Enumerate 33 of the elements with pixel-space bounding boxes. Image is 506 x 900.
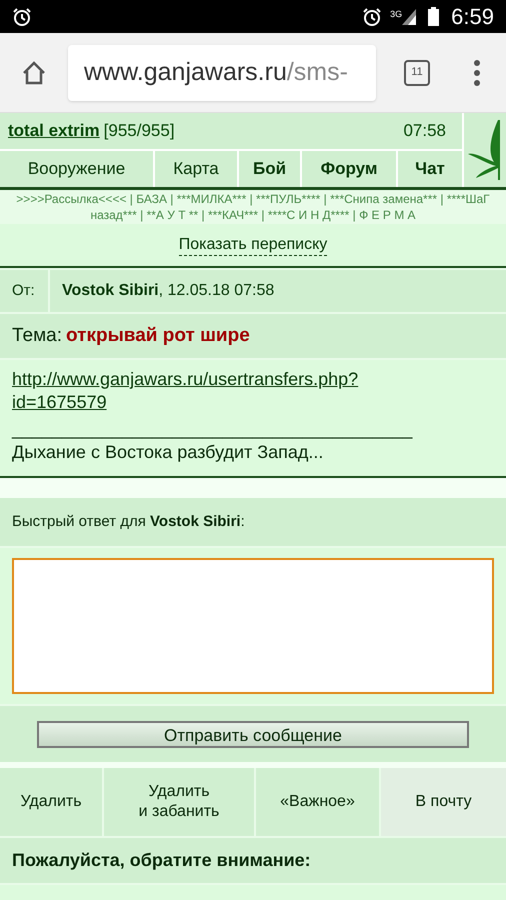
alarm-icon xyxy=(12,6,32,26)
message-text: Дыхание с Востока разбудит Запад... xyxy=(12,441,324,464)
action-button[interactable]: «Важное» xyxy=(256,768,379,836)
action-button[interactable]: Удалить xyxy=(0,768,102,836)
nav-tab[interactable]: Карта xyxy=(155,151,237,187)
signal-icon xyxy=(402,8,416,24)
subject-text: открывай рот шире xyxy=(66,324,250,348)
from-label: От: xyxy=(0,270,48,312)
action-button[interactable]: В почту xyxy=(381,768,506,836)
url-field[interactable]: www.ganjawars.ru/sms- xyxy=(68,44,376,100)
hp-text: [955/955] xyxy=(104,120,175,142)
transfer-link[interactable]: http://www.ganjawars.ru/usertransfers.php?id=1675579 xyxy=(12,368,412,414)
reply-label: Быстрый ответ для Vostok Sibiri: xyxy=(12,512,245,532)
show-thread-link[interactable]: Показать переписку xyxy=(178,234,328,256)
network-type: 3G xyxy=(390,8,402,21)
battery-icon xyxy=(428,7,440,26)
menu-icon[interactable] xyxy=(474,60,480,86)
server-time: 07:58 xyxy=(403,120,446,142)
alarm-icon xyxy=(362,6,382,26)
clock: 6:59 xyxy=(451,3,494,31)
send-button[interactable]: Отправить сообщение xyxy=(37,720,469,748)
nav-tab[interactable]: Вооружение xyxy=(0,151,153,187)
tabs-button[interactable]: 11 xyxy=(404,60,430,86)
sender-info: Vostok Sibiri, 12.05.18 07:58 xyxy=(50,270,506,312)
nav-tab[interactable]: Чат xyxy=(398,151,462,187)
user-link[interactable]: total extrim xyxy=(8,118,100,144)
separator-line: ________________________________________ xyxy=(12,418,414,441)
action-button[interactable]: Удалить и забанить xyxy=(104,768,254,836)
subject-label: Тема: xyxy=(12,324,62,348)
nav-tab[interactable]: Форум xyxy=(302,151,396,187)
reply-field[interactable] xyxy=(12,558,494,694)
notice-title: Пожалуйста, обратите внимание: xyxy=(12,849,311,872)
nav-tab[interactable]: Бой xyxy=(239,151,300,187)
